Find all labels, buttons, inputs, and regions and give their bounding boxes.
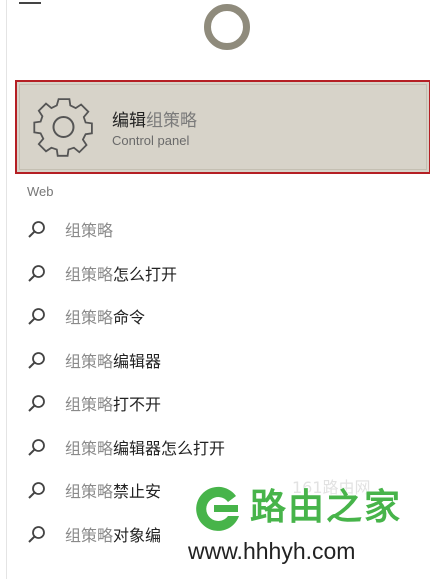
- hamburger-menu-icon[interactable]: [19, 0, 45, 16]
- suggestion-text: 组策略对象编: [65, 525, 162, 545]
- web-suggestion-item[interactable]: 组策略打不开: [15, 379, 429, 423]
- suggestion-text: 组策略命令: [65, 308, 146, 327]
- best-match-result[interactable]: 编辑组策略 Control panel: [15, 80, 430, 174]
- gear-icon: [33, 98, 93, 157]
- suggestion-text: 组策略打不开: [65, 395, 162, 414]
- suggestion-text: 组策略禁止安: [65, 482, 162, 501]
- search-icon: [28, 482, 45, 499]
- web-suggestion-item[interactable]: 组策略对象编: [15, 510, 429, 554]
- web-suggestion-item[interactable]: 组策略: [15, 205, 429, 249]
- suggestion-text: 组策略: [65, 221, 114, 240]
- cortana-icon[interactable]: [204, 4, 250, 50]
- search-icon: [28, 264, 45, 282]
- web-suggestion-item[interactable]: 组策略命令: [15, 292, 429, 336]
- search-icon: [28, 525, 45, 543]
- search-icon: [28, 221, 45, 238]
- start-search-panel: 编辑组策略 Control panel Web 组策略 组策略怎么打开 组策略命…: [6, 0, 430, 579]
- section-header-web: Web: [27, 184, 54, 199]
- web-suggestion-item[interactable]: 组策略编辑器: [15, 336, 429, 380]
- suggestion-text: 组策略怎么打开: [65, 264, 178, 284]
- web-suggestion-item[interactable]: 组策略编辑器怎么打开: [15, 423, 429, 467]
- web-suggestions-list: 组策略 组策略怎么打开 组策略命令 组策略编辑器 组策略打不开 组策略编辑器怎么…: [15, 205, 429, 553]
- search-icon: [28, 308, 45, 325]
- best-match-subtitle: Control panel: [112, 133, 190, 148]
- suggestion-text: 组策略编辑器怎么打开: [65, 438, 226, 458]
- best-match-title: 编辑组策略: [112, 111, 197, 131]
- search-icon: [28, 351, 45, 369]
- suggestion-text: 组策略编辑器: [65, 351, 162, 371]
- search-icon: [28, 395, 45, 412]
- web-suggestion-item[interactable]: 组策略怎么打开: [15, 249, 429, 293]
- search-icon: [28, 438, 45, 456]
- web-suggestion-item[interactable]: 组策略禁止安: [15, 466, 429, 510]
